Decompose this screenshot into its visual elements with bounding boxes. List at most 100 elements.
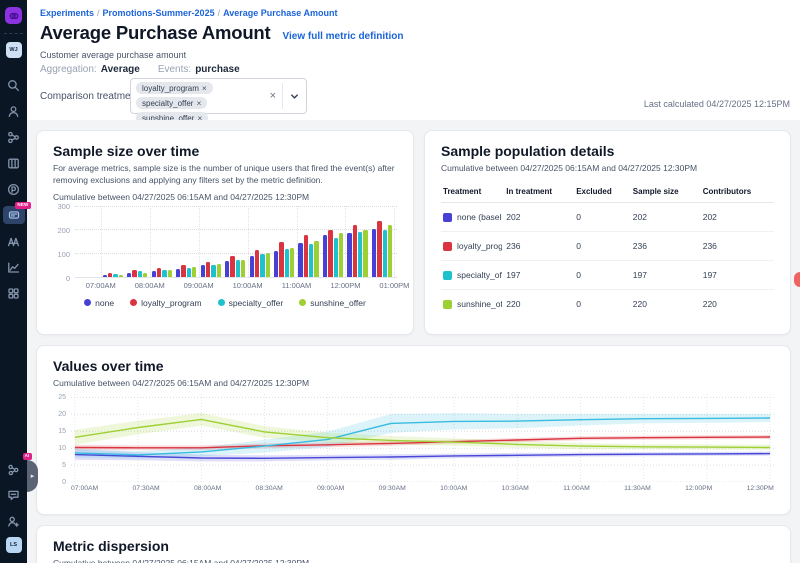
bar-loyalty_program[interactable]	[279, 242, 283, 276]
legend-item-loyalty_program[interactable]: loyalty_program	[130, 298, 201, 308]
legend-label: sunshine_offer	[310, 298, 366, 308]
bar-loyalty_program[interactable]	[181, 265, 185, 277]
bar-specialty_offer[interactable]	[113, 274, 117, 276]
bar-specialty_offer[interactable]	[358, 232, 362, 277]
feedback-tab[interactable]	[794, 272, 800, 287]
sidebar-item-users[interactable]	[2, 99, 26, 123]
legend-item-none[interactable]: none	[84, 298, 114, 308]
sample-size-title: Sample size over time	[53, 143, 397, 159]
breadcrumb-separator: /	[97, 8, 100, 18]
breadcrumb-separator: /	[218, 8, 221, 18]
sidebar-item-search[interactable]	[2, 73, 26, 97]
bar-loyalty_program[interactable]	[328, 230, 332, 277]
treatment-chip-loyalty_program[interactable]: loyalty_program×	[136, 82, 213, 94]
bar-sunshine_offer[interactable]	[363, 230, 367, 276]
workspace-ls-badge[interactable]: LS	[6, 537, 22, 553]
statsig-logo[interactable]	[5, 7, 22, 24]
bar-sunshine_offer[interactable]	[266, 253, 270, 276]
bar-loyalty_program[interactable]	[353, 225, 357, 277]
sidebar-item-holdouts[interactable]	[2, 151, 26, 175]
gridline-vertical	[101, 206, 102, 277]
bar-loyalty_program[interactable]	[230, 256, 234, 277]
bar-specialty_offer[interactable]	[309, 244, 313, 277]
bar-loyalty_program[interactable]	[377, 221, 381, 277]
sidebar-item-invite-user[interactable]	[2, 509, 26, 533]
breadcrumb-experiment-name[interactable]: Promotions-Summer-2025	[103, 8, 215, 18]
bar-sunshine_offer[interactable]	[143, 273, 147, 277]
legend-item-specialty_offer[interactable]: specialty_offer	[218, 298, 284, 308]
chevron-down-icon[interactable]	[283, 79, 306, 113]
x-tick-label: 08:00AM	[135, 281, 165, 290]
bar-sunshine_offer[interactable]	[290, 248, 294, 276]
bar-none[interactable]	[250, 256, 254, 277]
bar-specialty_offer[interactable]	[211, 265, 215, 277]
sample-size-card: Sample size over time For average metric…	[36, 130, 414, 335]
bar-specialty_offer[interactable]	[383, 230, 387, 277]
chip-remove-icon[interactable]: ×	[202, 83, 207, 93]
sidebar-item-ai-assistant[interactable]: AI	[2, 457, 26, 481]
bar-none[interactable]	[347, 233, 351, 277]
bar-specialty_offer[interactable]	[260, 254, 264, 276]
treatment-name: specialty_offer	[457, 270, 502, 280]
metric-subtitle: Customer average purchase amount	[40, 50, 186, 60]
bar-none[interactable]	[372, 229, 376, 277]
bar-sunshine_offer[interactable]	[217, 264, 221, 277]
bar-none[interactable]	[323, 235, 327, 277]
legend-label: loyalty_program	[141, 298, 201, 308]
chip-remove-icon[interactable]: ×	[196, 98, 201, 108]
last-calculated-text: Last calculated 04/27/2025 12:15PM	[644, 99, 790, 109]
bar-none[interactable]	[127, 273, 131, 276]
bar-sunshine_offer[interactable]	[314, 241, 318, 277]
invite-user-icon	[7, 515, 20, 528]
bar-none[interactable]	[103, 275, 107, 277]
treatment-chip-specialty_offer[interactable]: specialty_offer×	[136, 97, 207, 109]
bar-loyalty_program[interactable]	[304, 235, 308, 277]
bar-none[interactable]	[225, 261, 229, 277]
holdouts-icon	[7, 157, 20, 170]
x-tick-label: 11:00AM	[282, 281, 311, 290]
breadcrumb-experiments[interactable]: Experiments	[40, 8, 94, 18]
bar-loyalty_program[interactable]	[206, 262, 210, 277]
sidebar-item-dashboards[interactable]	[2, 281, 26, 305]
bar-sunshine_offer[interactable]	[192, 267, 196, 277]
bar-none[interactable]	[176, 269, 180, 276]
clear-all-button[interactable]: ×	[264, 79, 282, 113]
bar-sunshine_offer[interactable]	[119, 275, 123, 277]
bar-loyalty_program[interactable]	[255, 250, 259, 277]
bar-specialty_offer[interactable]	[162, 270, 166, 277]
bar-loyalty_program[interactable]	[108, 273, 112, 277]
bar-specialty_offer[interactable]	[285, 249, 289, 277]
sidebar-bottom-nav: AI	[2, 456, 26, 534]
bar-sunshine_offer[interactable]	[388, 225, 392, 277]
bar-specialty_offer[interactable]	[187, 268, 191, 277]
sidebar-item-ab-tests[interactable]	[2, 229, 26, 253]
sidebar-item-pulse[interactable]	[2, 177, 26, 201]
legend-dot	[84, 299, 91, 306]
bar-none[interactable]	[298, 243, 302, 276]
legend-item-sunshine_offer[interactable]: sunshine_offer	[299, 298, 366, 308]
bar-none[interactable]	[274, 251, 278, 277]
sidebar-item-gates[interactable]	[2, 125, 26, 149]
y-tick-label: 100	[57, 250, 70, 259]
bar-loyalty_program[interactable]	[132, 270, 136, 277]
bar-specialty_offer[interactable]	[236, 260, 240, 277]
bar-none[interactable]	[152, 271, 156, 277]
bar-sunshine_offer[interactable]	[339, 233, 343, 277]
workspace-badge[interactable]: WJ	[6, 42, 22, 58]
treatment-color-swatch	[443, 213, 452, 222]
bar-sunshine_offer[interactable]	[168, 270, 172, 277]
sidebar-item-metrics[interactable]	[2, 255, 26, 279]
population-table: TreatmentIn treatmentExcludedSample size…	[441, 181, 774, 318]
bar-none[interactable]	[201, 265, 205, 277]
bar-sunshine_offer[interactable]	[241, 260, 245, 277]
bar-specialty_offer[interactable]	[138, 271, 142, 277]
values-title: Values over time	[53, 358, 774, 374]
comparison-treatments-select[interactable]: loyalty_program×specialty_offer×sunshine…	[130, 78, 307, 114]
sidebar-item-help-chat[interactable]	[2, 483, 26, 507]
breadcrumb-metric-name[interactable]: Average Purchase Amount	[223, 8, 337, 18]
bar-specialty_offer[interactable]	[334, 238, 338, 277]
y-tick-label: 25	[58, 394, 66, 401]
sidebar-item-experiments[interactable]: NEW	[3, 206, 25, 224]
bar-loyalty_program[interactable]	[157, 268, 161, 277]
view-metric-definition-link[interactable]: View full metric definition	[283, 31, 404, 42]
